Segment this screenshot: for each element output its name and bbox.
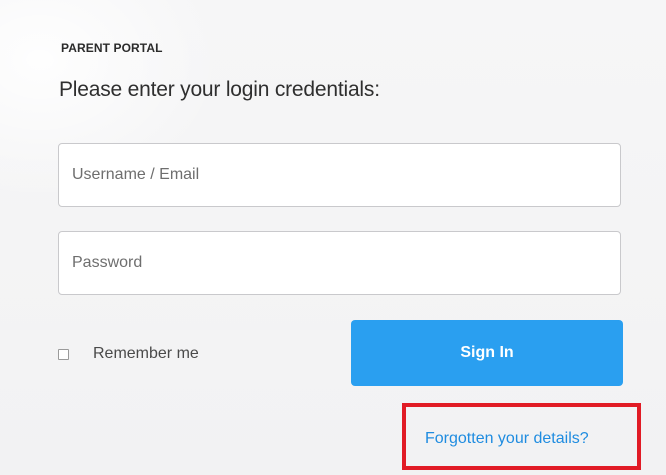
login-panel: PARENT PORTAL Please enter your login cr… <box>0 0 666 475</box>
portal-label: PARENT PORTAL <box>61 41 163 55</box>
forgot-details-link[interactable]: Forgotten your details? <box>425 430 589 448</box>
username-input[interactable] <box>58 143 621 207</box>
remember-me-checkbox[interactable] <box>58 348 69 360</box>
remember-me-toggle[interactable]: Remember me <box>58 344 199 364</box>
page-title: Please enter your login credentials: <box>59 78 380 101</box>
sign-in-button[interactable]: Sign In <box>351 320 623 386</box>
remember-me-label: Remember me <box>93 345 199 362</box>
password-input[interactable] <box>58 231 621 295</box>
